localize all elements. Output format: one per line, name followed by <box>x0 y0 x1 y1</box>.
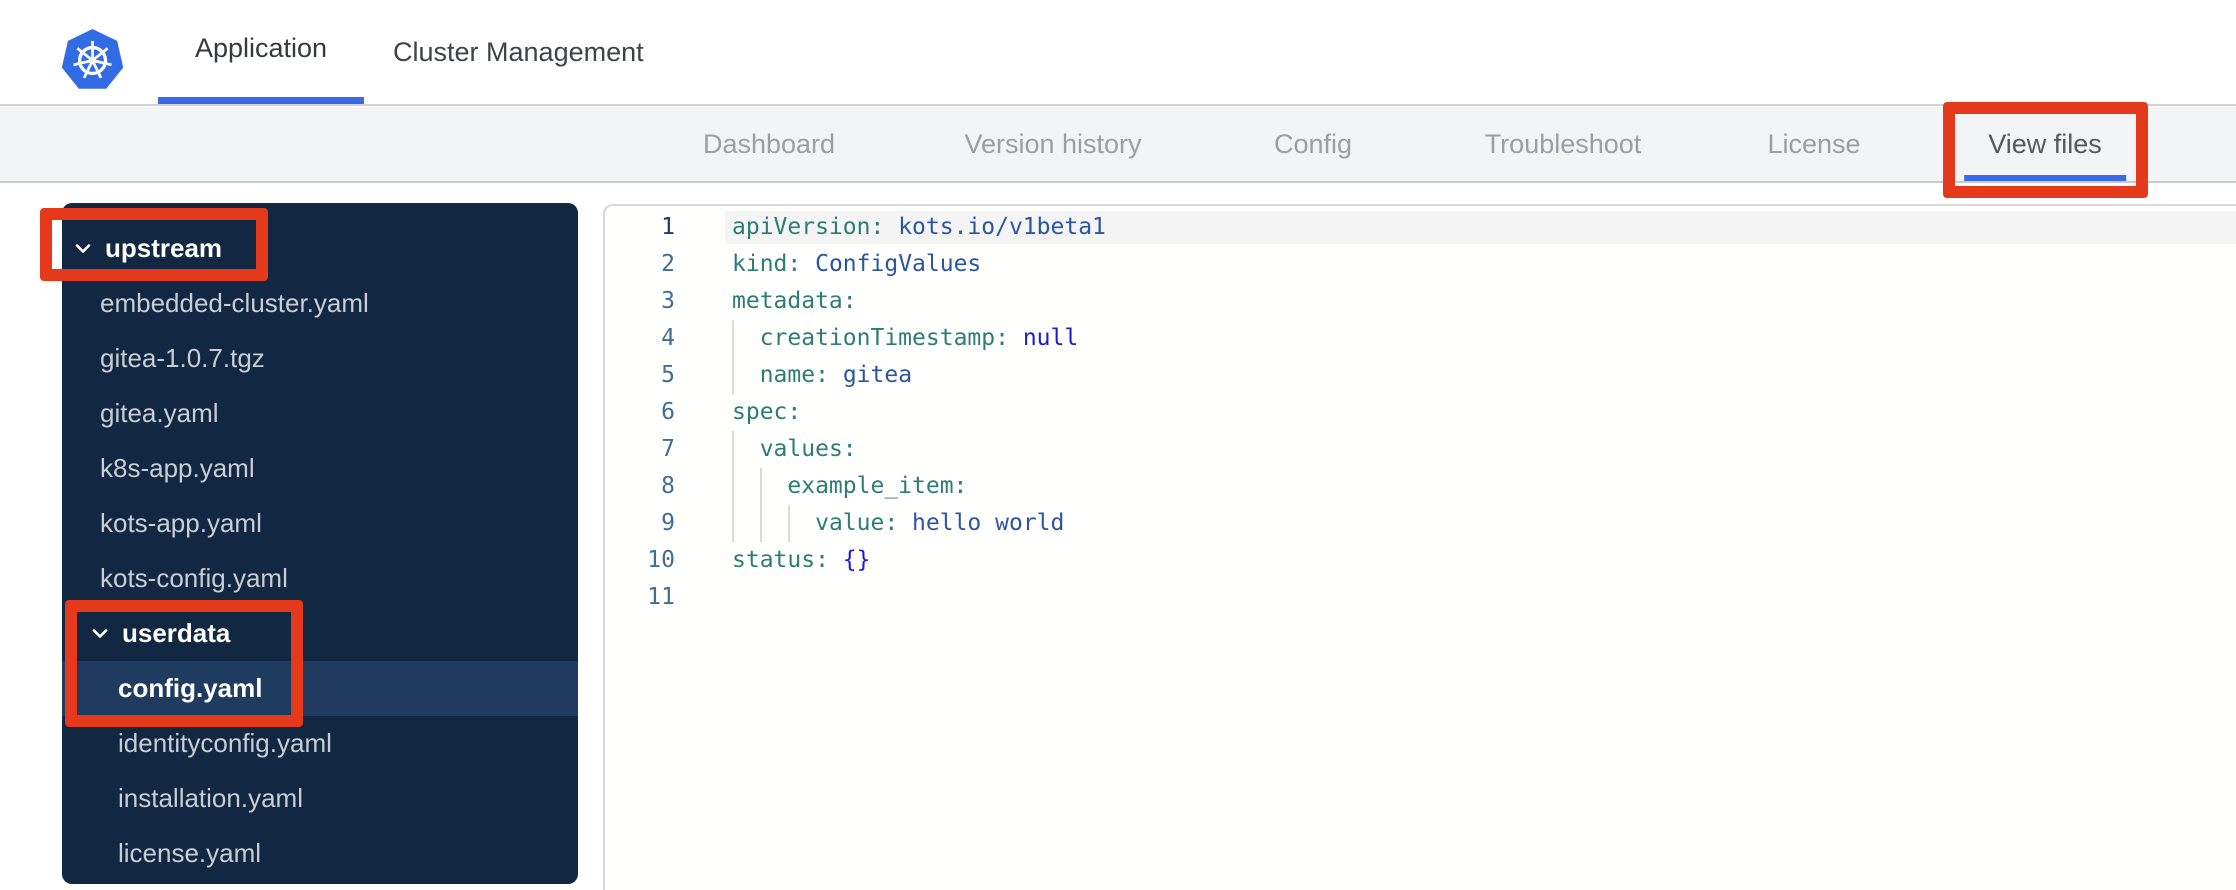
tree-folder-userdata[interactable]: userdata <box>62 606 578 661</box>
line-number: 3 <box>661 288 675 314</box>
nav-tab-label: License <box>1767 128 1861 159</box>
line-number: 2 <box>661 251 675 277</box>
tree-file-config-yaml[interactable]: config.yaml <box>62 661 578 716</box>
code-line: metadata: <box>732 288 857 314</box>
code-line: spec: <box>732 399 802 425</box>
nav-tab-version-history[interactable]: Version history <box>964 107 1141 181</box>
tree-file-kots-config-yaml[interactable]: kots-config.yaml <box>62 551 578 606</box>
code-line: kind: ConfigValues <box>732 251 982 277</box>
tree-file-kots-app-yaml[interactable]: kots-app.yaml <box>62 496 578 551</box>
file-label: gitea.yaml <box>100 398 219 428</box>
line-number: 6 <box>661 399 675 425</box>
file-label: embedded-cluster.yaml <box>100 288 369 318</box>
line-number: 1 <box>661 214 675 240</box>
kubernetes-logo-icon <box>61 26 124 94</box>
file-viewer-editor[interactable]: 1 2 3 4 5 6 7 8 9 10 11 apiVersion: kots.io/v1beta… <box>603 204 2236 890</box>
tree-file-gitea-1-0-7-tgz[interactable]: gitea-1.0.7.tgz <box>62 331 578 386</box>
tree-file-installation-yaml[interactable]: installation.yaml <box>62 771 578 826</box>
folder-label: userdata <box>122 618 231 648</box>
editor-code: apiVersion: kots.io/v1beta1 kind: ConfigV… <box>732 209 2236 616</box>
file-label: installation.yaml <box>118 783 303 813</box>
code-line: apiVersion: kots.io/v1beta1 <box>732 214 1106 240</box>
nav-tab-label: View files <box>1988 128 2102 159</box>
topbar: Application Cluster Management <box>0 0 2236 106</box>
tab-application[interactable]: Application <box>158 0 364 104</box>
nav-tab-troubleshoot[interactable]: Troubleshoot <box>1485 107 1642 181</box>
file-label: config.yaml <box>118 673 263 703</box>
line-number: 8 <box>661 473 675 499</box>
nav-tab-view-files[interactable]: View files <box>1964 107 2126 181</box>
file-label: license.yaml <box>118 838 262 868</box>
line-number: 10 <box>647 547 675 573</box>
line-number: 7 <box>661 436 675 462</box>
editor-line-numbers: 1 2 3 4 5 6 7 8 9 10 11 <box>605 209 675 616</box>
folder-label: upstream <box>105 233 223 263</box>
file-label: k8s-app.yaml <box>100 453 255 483</box>
tree-file-k8s-app-yaml[interactable]: k8s-app.yaml <box>62 441 578 496</box>
tree-file-embedded-cluster-yaml[interactable]: embedded-cluster.yaml <box>62 276 578 331</box>
code-line: status: {} <box>732 547 871 573</box>
chevron-down-icon <box>75 243 91 254</box>
code-line: value: hello world <box>815 510 1065 536</box>
app-nav-tabs: Dashboard Version history Config Troublesho… <box>0 107 2236 183</box>
chevron-down-icon <box>92 628 108 639</box>
tree-folder-upstream[interactable]: upstream <box>62 221 578 276</box>
code-line: values: <box>759 436 857 462</box>
file-label: kots-config.yaml <box>100 563 288 593</box>
tree-file-gitea-yaml[interactable]: gitea.yaml <box>62 386 578 441</box>
active-tab-underline <box>1964 175 2126 181</box>
tree-file-license-yaml[interactable]: license.yaml <box>62 826 578 881</box>
nav-tab-config[interactable]: Config <box>1274 107 1352 181</box>
line-number: 4 <box>661 325 675 351</box>
tab-cluster-management[interactable]: Cluster Management <box>393 0 644 104</box>
line-number: 9 <box>661 510 675 536</box>
line-number: 5 <box>661 362 675 388</box>
nav-tab-license[interactable]: License <box>1767 107 1860 181</box>
nav-tab-dashboard[interactable]: Dashboard <box>703 107 835 181</box>
file-label: gitea-1.0.7.tgz <box>100 343 265 373</box>
nav-tab-label: Config <box>1273 128 1353 159</box>
code-line: creationTimestamp: null <box>759 325 1079 351</box>
code-line: name: gitea <box>759 362 913 388</box>
nav-tab-label: Troubleshoot <box>1484 128 1642 159</box>
tree-file-identityconfig-yaml[interactable]: identityconfig.yaml <box>62 716 578 771</box>
line-number: 11 <box>647 584 675 610</box>
nav-tab-label: Dashboard <box>702 128 836 159</box>
nav-tab-label: Version history <box>964 128 1142 159</box>
file-label: kots-app.yaml <box>100 508 262 538</box>
code-line: example_item: <box>787 473 968 499</box>
file-label: identityconfig.yaml <box>118 728 332 758</box>
file-tree-sidebar: upstream embedded-cluster.yaml gitea-1.0.7… <box>62 203 578 884</box>
